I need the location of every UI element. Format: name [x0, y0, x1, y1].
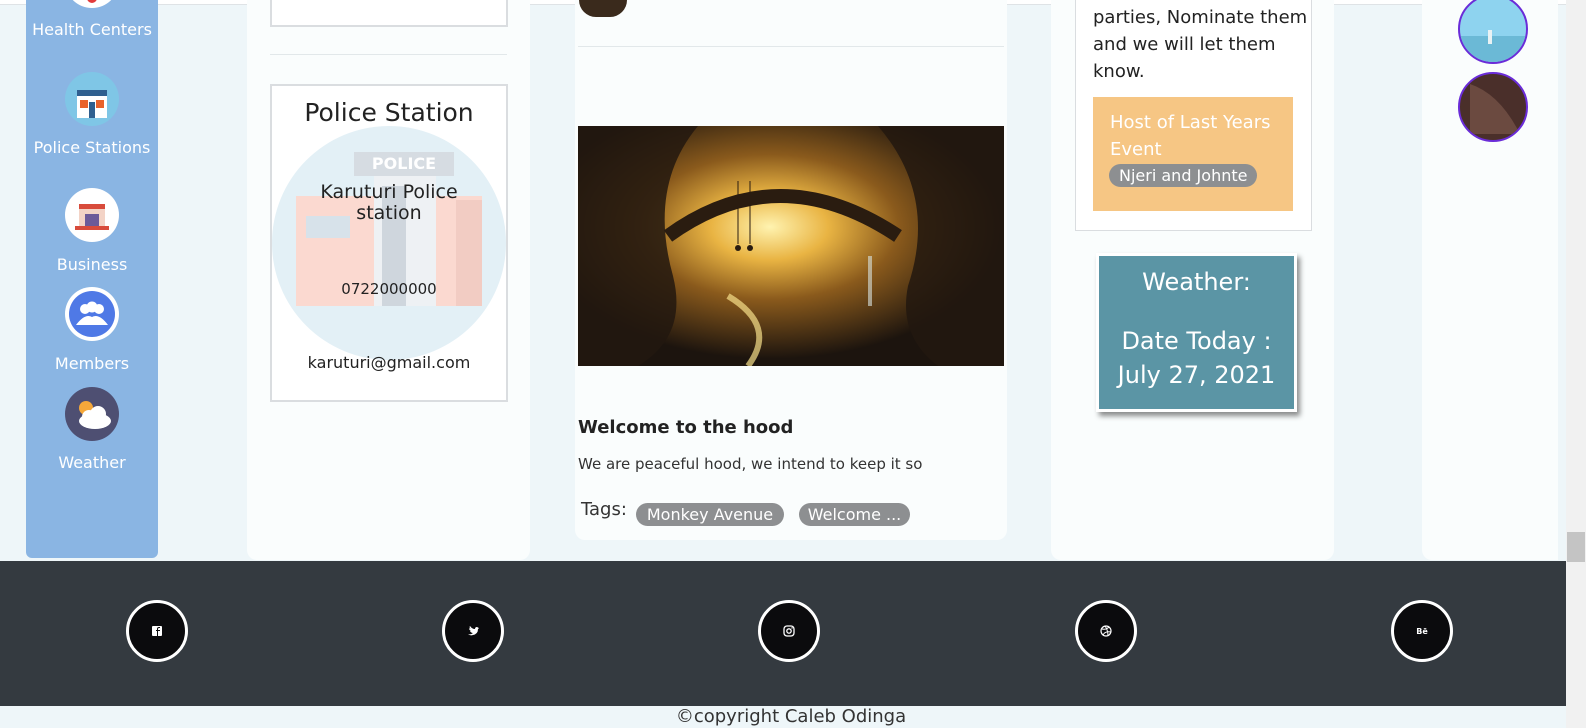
nominate-text: parties, Nominate them and we will let t…	[1093, 7, 1308, 82]
weather-card: Weather: Date Today : July 27, 2021	[1096, 253, 1297, 412]
weather-date: Date Today : July 27, 2021	[1117, 327, 1276, 389]
sidebar: Health Centers Police Stations Business …	[26, 0, 158, 558]
post-image	[578, 126, 1004, 366]
tag-badge[interactable]: Welcome ...	[799, 503, 910, 526]
tags-label: Tags:	[581, 499, 627, 520]
host-label: Host of Last Years Event	[1110, 112, 1271, 160]
dribbble-icon[interactable]	[1075, 600, 1137, 662]
host-box: Host of Last Years Event Njeri and Johnt…	[1093, 97, 1293, 211]
copyright-text: ©copyright Caleb Odinga	[675, 706, 907, 727]
station-email: karuturi@gmail.com	[307, 353, 471, 372]
behance-glyph: Bē	[1416, 627, 1428, 636]
police-stations-icon[interactable]	[65, 72, 119, 126]
divider	[270, 54, 507, 55]
police-station-image: POLICE	[272, 126, 506, 360]
twitter-icon[interactable]	[442, 600, 504, 662]
post-divider	[578, 46, 1004, 47]
card-title: Police Station	[304, 98, 474, 127]
weather-title: Weather:	[1142, 268, 1251, 296]
facebook-icon[interactable]	[126, 600, 188, 662]
previous-card	[270, 0, 508, 27]
weather-icon[interactable]	[65, 387, 119, 441]
footer: Bē	[0, 561, 1566, 706]
post-description: We are peaceful hood, we intend to keep …	[578, 455, 923, 473]
tag-badge[interactable]: Monkey Avenue	[636, 503, 784, 526]
instagram-icon[interactable]	[758, 600, 820, 662]
station-name: Karuturi Police station	[320, 181, 458, 224]
sidebar-item-business[interactable]: Business	[26, 256, 158, 274]
police-sign-text: POLICE	[371, 154, 437, 173]
behance-icon[interactable]: Bē	[1391, 600, 1453, 662]
host-badge: Njeri and Johnte	[1109, 164, 1258, 187]
scrollbar-thumb[interactable]	[1567, 532, 1585, 562]
health-centers-icon[interactable]	[65, 0, 119, 8]
business-icon[interactable]	[65, 188, 119, 242]
member-avatar[interactable]	[1458, 72, 1528, 142]
sidebar-item-police-stations[interactable]: Police Stations	[26, 139, 158, 157]
members-icon[interactable]	[65, 287, 119, 341]
police-station-card[interactable]: POLICE Police Station Karuturi Police st…	[270, 84, 508, 402]
station-phone: 0722000000	[341, 280, 437, 298]
sidebar-item-members[interactable]: Members	[26, 355, 158, 373]
sidebar-item-health-centers[interactable]: Health Centers	[26, 21, 158, 39]
post-title[interactable]: Welcome to the hood	[578, 417, 793, 438]
page-scrollbar[interactable]	[1566, 0, 1586, 728]
sidebar-item-weather[interactable]: Weather	[26, 454, 158, 472]
nominate-card: parties, Nominate them and we will let t…	[1075, 0, 1312, 231]
